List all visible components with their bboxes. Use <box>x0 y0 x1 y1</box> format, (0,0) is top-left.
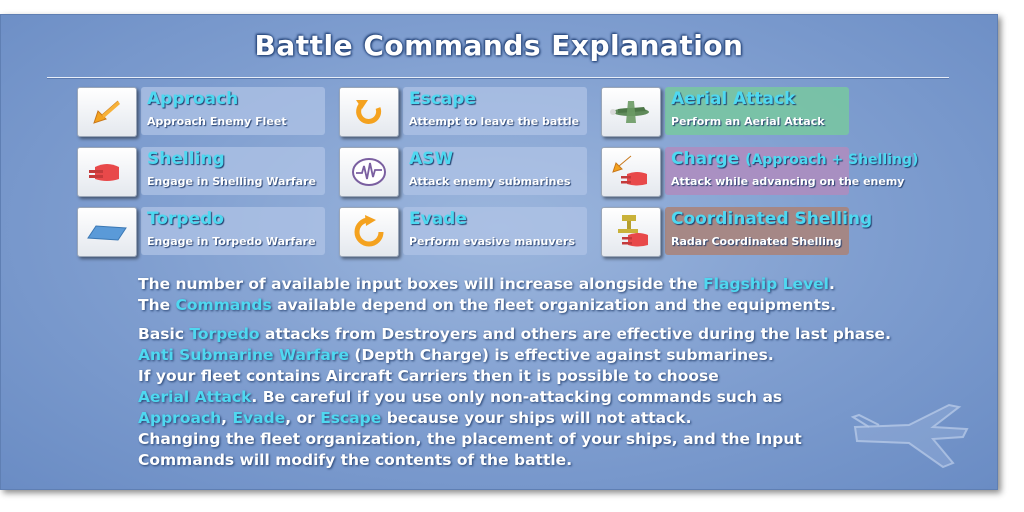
command-approach-label: Approach <box>147 89 239 109</box>
info-line-2: The Commands available depend on the fle… <box>138 295 836 316</box>
escape-u-turn-icon <box>356 100 382 124</box>
command-asw[interactable]: ASW Attack enemy submarines <box>339 147 601 197</box>
info-line-3: Basic Torpedo attacks from Destroyers an… <box>138 324 891 345</box>
info-line-1: The number of available input boxes will… <box>138 274 835 295</box>
command-approach-button[interactable] <box>77 87 137 137</box>
command-shelling-desc: Engage in Shelling Warfare <box>147 175 316 188</box>
command-escape[interactable]: Escape Attempt to leave the battle <box>339 87 601 137</box>
evade-circle-icon <box>354 215 384 247</box>
highlight-torpedo: Torpedo <box>189 325 260 343</box>
command-shelling[interactable]: Shelling Engage in Shelling Warfare <box>77 147 339 197</box>
command-charge-subtitle: (Approach + Shelling) <box>745 152 919 168</box>
info-text: because your ships will not attack. <box>381 409 692 427</box>
command-asw-desc: Attack enemy submarines <box>409 175 571 188</box>
command-escape-desc: Attempt to leave the battle <box>409 115 580 128</box>
command-evade[interactable]: Evade Perform evasive manuvers <box>339 207 601 257</box>
page-title: Battle Commands Explanation <box>254 29 744 62</box>
charge-icon <box>612 155 647 186</box>
highlight-approach: Approach <box>138 409 222 427</box>
sonar-icon <box>352 158 386 186</box>
info-text: , or <box>285 409 321 427</box>
command-charge-name: Charge <box>671 149 740 169</box>
command-aerial-attack[interactable]: Aerial Attack Perform an Aerial Attack <box>601 87 863 137</box>
command-coordinated-shelling-desc: Radar Coordinated Shelling <box>671 235 842 248</box>
highlight-escape: Escape <box>320 409 382 427</box>
info-line-8: Changing the fleet organization, the pla… <box>138 430 802 448</box>
info-line-4: Anti Submarine Warfare (Depth Charge) is… <box>138 345 774 366</box>
command-evade-desc: Perform evasive manuvers <box>409 235 575 248</box>
title-divider <box>47 77 949 78</box>
command-shelling-button[interactable] <box>77 147 137 197</box>
command-asw-button[interactable] <box>339 147 399 197</box>
info-text: The number of available input boxes will… <box>138 275 704 293</box>
command-charge-label: Charge (Approach + Shelling) <box>671 149 918 169</box>
torpedo-icon <box>87 225 127 241</box>
info-text: , <box>221 409 233 427</box>
command-evade-label: Evade <box>409 209 467 229</box>
info-text: . <box>829 275 835 293</box>
command-torpedo-label: Torpedo <box>147 209 224 229</box>
info-text: available depend on the fleet organizati… <box>271 296 837 314</box>
command-shelling-label: Shelling <box>147 149 225 169</box>
command-evade-button[interactable] <box>339 207 399 257</box>
info-line-5: If your fleet contains Aircraft Carriers… <box>138 367 719 385</box>
command-aerial-attack-button[interactable] <box>601 87 661 137</box>
info-text: attacks from Destroyers and others are e… <box>259 325 891 343</box>
plane-icon <box>610 101 649 123</box>
command-escape-button[interactable] <box>339 87 399 137</box>
command-torpedo[interactable]: Torpedo Engage in Torpedo Warfare <box>77 207 339 257</box>
cannon-icon <box>89 164 119 181</box>
highlight-evade: Evade <box>232 409 286 427</box>
command-coordinated-shelling-button[interactable] <box>601 207 661 257</box>
command-charge[interactable]: Charge (Approach + Shelling) Attack whil… <box>601 147 918 197</box>
plane-watermark-icon <box>850 403 969 469</box>
command-asw-label: ASW <box>409 149 454 169</box>
command-coordinated-shelling[interactable]: Coordinated Shelling Radar Coordinated S… <box>601 207 872 257</box>
command-charge-button[interactable] <box>601 147 661 197</box>
highlight-flagship-level: Flagship Level <box>703 275 829 293</box>
info-line-9: Commands will modify the contents of the… <box>138 451 573 469</box>
highlight-asw: Anti Submarine Warfare <box>138 346 349 364</box>
command-torpedo-desc: Engage in Torpedo Warfare <box>147 235 316 248</box>
explanation-panel: Battle Commands Explanation Approach App… <box>0 14 998 490</box>
command-escape-label: Escape <box>409 89 476 109</box>
highlight-aerial-attack: Aerial Attack <box>138 388 252 406</box>
command-aerial-attack-desc: Perform an Aerial Attack <box>671 115 825 128</box>
info-line-7: Approach, Evade, or Escape because your … <box>138 408 692 429</box>
command-aerial-attack-label: Aerial Attack <box>671 89 796 109</box>
command-approach[interactable]: Approach Approach Enemy Fleet <box>77 87 339 137</box>
info-text: The <box>138 296 176 314</box>
command-approach-desc: Approach Enemy Fleet <box>147 115 287 128</box>
command-charge-desc: Attack while advancing on the enemy <box>671 175 905 188</box>
radar-cannon-icon <box>618 215 648 247</box>
approach-arrow-icon <box>93 100 120 124</box>
info-text: Basic <box>138 325 190 343</box>
info-text: (Depth Charge) is effective against subm… <box>348 346 774 364</box>
info-line-6: Aerial Attack. Be careful if you use onl… <box>138 387 782 408</box>
info-text: . Be careful if you use only non-attacki… <box>251 388 783 406</box>
command-coordinated-shelling-label: Coordinated Shelling <box>671 209 873 229</box>
command-torpedo-button[interactable] <box>77 207 137 257</box>
highlight-commands: Commands <box>175 296 272 314</box>
